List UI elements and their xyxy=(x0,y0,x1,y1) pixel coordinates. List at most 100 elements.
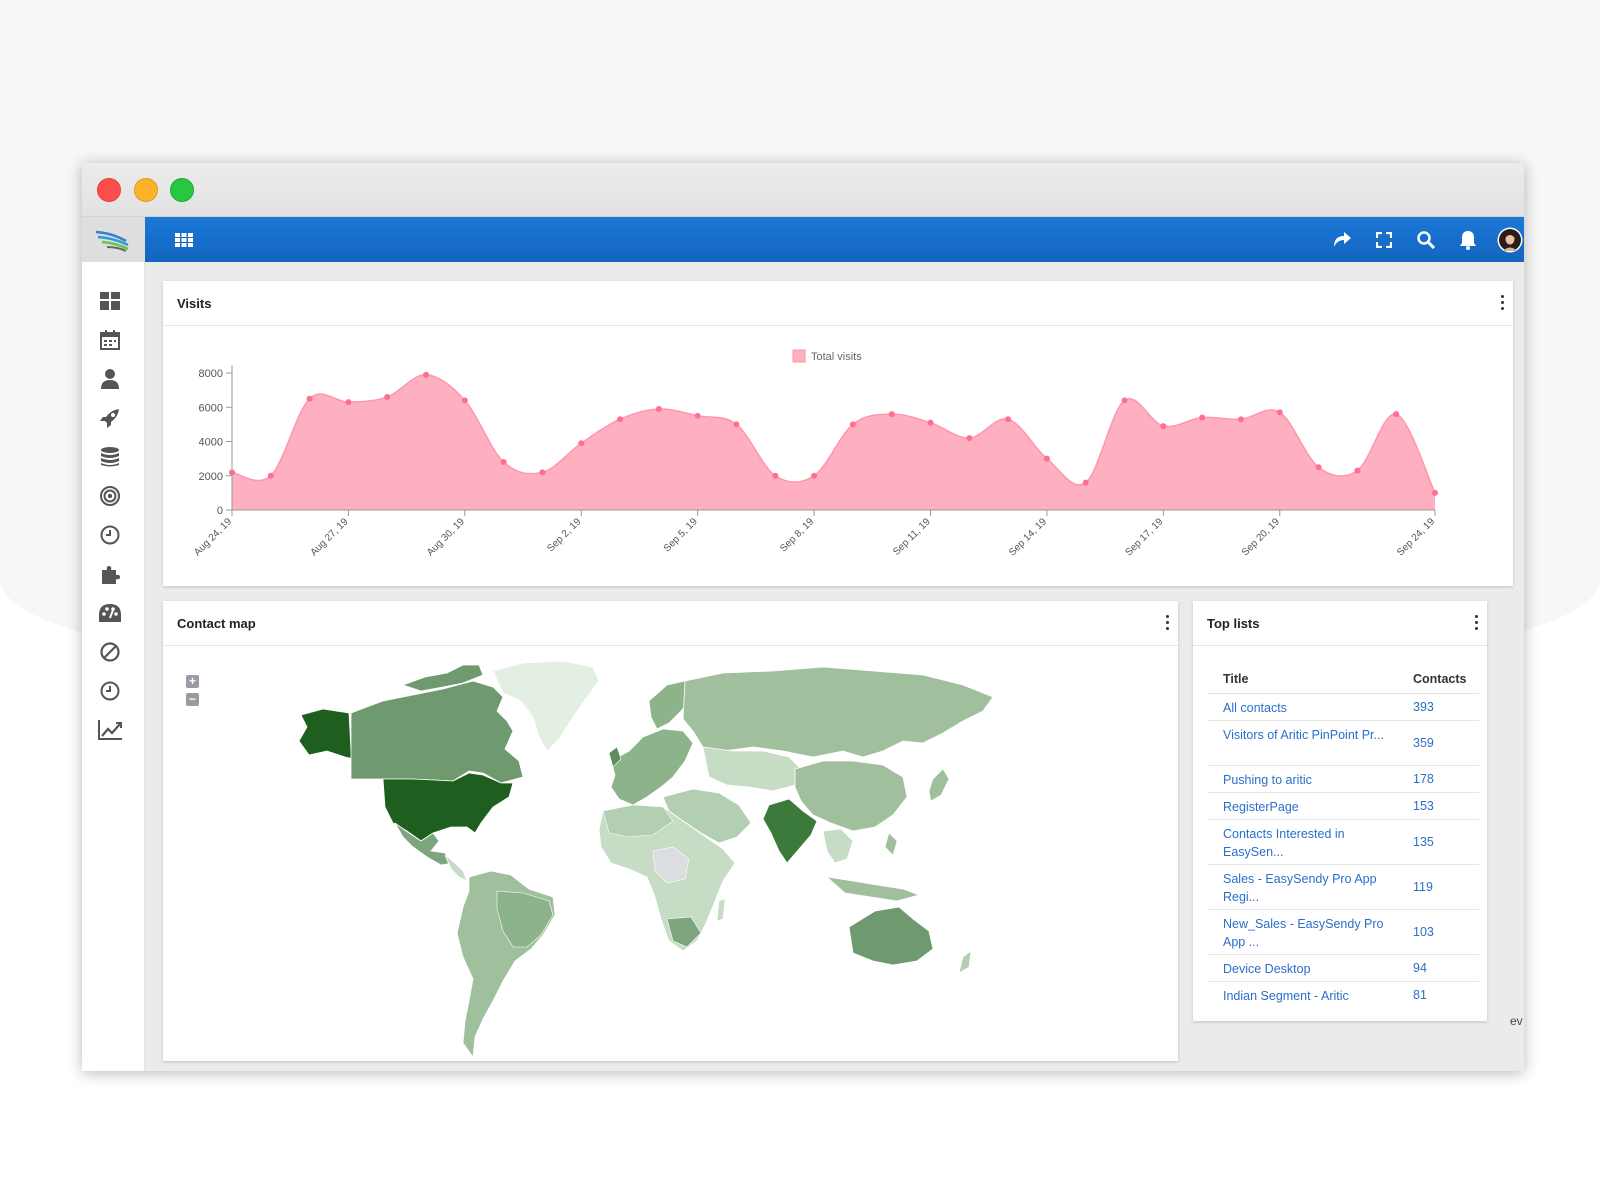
app-window: Visits Total visits 0 2000 4000 6000 8000 Aug… xyxy=(82,163,1524,1071)
visits-data-point[interactable] xyxy=(1121,397,1128,404)
search-icon[interactable] xyxy=(1413,227,1439,253)
x-tick-label: Sep 11, 19 xyxy=(891,516,933,558)
list-title-link[interactable]: Visitors of Aritic PinPoint Pr... xyxy=(1223,726,1399,744)
visits-data-point[interactable] xyxy=(1160,423,1167,430)
target-icon[interactable] xyxy=(98,484,122,508)
visits-data-point[interactable] xyxy=(617,416,624,423)
list-title-link[interactable]: Device Desktop xyxy=(1223,960,1399,978)
x-tick-label: Sep 24, 19 xyxy=(1395,516,1437,558)
visits-data-point[interactable] xyxy=(849,421,856,428)
maximize-window-button[interactable] xyxy=(170,178,194,202)
dashboard-content: Visits Total visits 0 2000 4000 6000 8000 Aug… xyxy=(145,262,1524,1071)
visits-data-point[interactable] xyxy=(539,469,546,476)
database-icon[interactable] xyxy=(98,445,122,469)
list-contacts-count[interactable]: 103 xyxy=(1413,925,1434,939)
list-contacts-count[interactable]: 178 xyxy=(1413,772,1434,786)
visits-data-point[interactable] xyxy=(1354,467,1361,474)
y-tick-label: 4000 xyxy=(199,437,223,449)
list-contacts-count[interactable]: 81 xyxy=(1413,988,1427,1002)
x-tick-label: Sep 14, 19 xyxy=(1007,516,1049,558)
world-map[interactable] xyxy=(163,601,1178,1061)
map-region-indonesia xyxy=(825,876,921,902)
rocket-icon[interactable] xyxy=(98,406,122,430)
palette-icon[interactable] xyxy=(98,601,122,625)
list-contacts-count[interactable]: 393 xyxy=(1413,700,1434,714)
bell-icon[interactable] xyxy=(1455,227,1481,253)
visits-data-point[interactable] xyxy=(423,371,430,378)
list-contacts-count[interactable]: 359 xyxy=(1413,736,1434,750)
list-title-link[interactable]: Sales - EasySendy Pro App Regi... xyxy=(1223,870,1399,906)
x-tick-label: Sep 5, 19 xyxy=(662,516,700,554)
column-header-title[interactable]: Title xyxy=(1223,672,1248,686)
list-contacts-count[interactable]: 153 xyxy=(1413,799,1434,813)
chart-line-icon[interactable] xyxy=(98,718,122,742)
list-contacts-count[interactable]: 135 xyxy=(1413,835,1434,849)
visits-data-point[interactable] xyxy=(1043,455,1050,462)
calendar-icon[interactable] xyxy=(98,328,122,352)
dashboard-icon[interactable] xyxy=(98,289,122,313)
list-contacts-count[interactable]: 94 xyxy=(1413,961,1427,975)
puzzle-icon[interactable] xyxy=(98,562,122,586)
visits-data-point[interactable] xyxy=(966,435,973,442)
visits-data-point[interactable] xyxy=(1082,479,1089,486)
visits-data-point[interactable] xyxy=(461,397,468,404)
list-contacts-count[interactable]: 119 xyxy=(1413,880,1433,894)
visits-data-point[interactable] xyxy=(1237,416,1244,423)
table-row: Sales - EasySendy Pro App Regi... 119 xyxy=(1207,865,1479,910)
visits-data-point[interactable] xyxy=(655,405,662,412)
visits-data-point[interactable] xyxy=(772,472,779,479)
column-header-contacts[interactable]: Contacts xyxy=(1413,672,1466,686)
visits-data-point[interactable] xyxy=(267,472,274,479)
list-title-link[interactable]: Indian Segment - Aritic xyxy=(1223,987,1399,1005)
app-logo[interactable] xyxy=(82,217,145,262)
visits-data-point[interactable] xyxy=(927,419,934,426)
y-tick-label: 0 xyxy=(217,505,223,517)
visits-data-point[interactable] xyxy=(811,472,818,479)
table-row: RegisterPage 153 xyxy=(1207,793,1479,820)
visits-data-point[interactable] xyxy=(384,393,391,400)
visits-data-point[interactable] xyxy=(1393,411,1400,418)
avatar[interactable] xyxy=(1496,226,1524,254)
table-row: Visitors of Aritic PinPoint Pr... 359 xyxy=(1207,721,1479,766)
visits-data-point[interactable] xyxy=(578,440,585,447)
visits-menu-icon[interactable] xyxy=(1497,295,1507,313)
fullscreen-icon[interactable] xyxy=(1371,227,1397,253)
visits-data-point[interactable] xyxy=(500,459,507,466)
close-window-button[interactable] xyxy=(97,178,121,202)
top-navigation-bar xyxy=(145,217,1524,262)
legend-label[interactable]: Total visits xyxy=(811,351,862,363)
legend-swatch[interactable] xyxy=(792,349,806,363)
visits-data-point[interactable] xyxy=(733,421,740,428)
minimize-window-button[interactable] xyxy=(134,178,158,202)
visits-data-point[interactable] xyxy=(1315,464,1322,471)
visits-data-point[interactable] xyxy=(1199,414,1206,421)
share-icon[interactable] xyxy=(1329,227,1355,253)
block-icon[interactable] xyxy=(98,640,122,664)
x-tick-label: Sep 17, 19 xyxy=(1123,516,1165,558)
table-header-row: Title Contacts xyxy=(1207,661,1479,694)
list-title-link[interactable]: RegisterPage xyxy=(1223,798,1399,816)
visits-data-point[interactable] xyxy=(888,411,895,418)
top-lists-menu-icon[interactable] xyxy=(1471,615,1481,633)
map-region-new-zealand xyxy=(958,950,972,974)
list-title-link[interactable]: Contacts Interested in EasySen... xyxy=(1223,825,1399,861)
clock-icon[interactable] xyxy=(98,523,122,547)
user-icon[interactable] xyxy=(98,367,122,391)
list-title-link[interactable]: Pushing to aritic xyxy=(1223,771,1399,789)
visits-widget-header: Visits xyxy=(163,281,1513,326)
visits-data-point[interactable] xyxy=(345,399,352,406)
visits-data-point[interactable] xyxy=(1276,409,1283,416)
x-tick-label: Sep 2, 19 xyxy=(545,516,583,554)
map-region-central-asia xyxy=(702,746,804,792)
visits-data-point[interactable] xyxy=(306,395,313,402)
grid-icon[interactable] xyxy=(171,227,197,253)
map-region-australia xyxy=(848,906,934,966)
x-tick-label: Aug 27, 19 xyxy=(309,516,351,558)
list-title-link[interactable]: New_Sales - EasySendy Pro App ... xyxy=(1223,915,1399,951)
map-region-central-america xyxy=(444,854,468,882)
visits-data-point[interactable] xyxy=(1432,489,1438,496)
history-icon[interactable] xyxy=(98,679,122,703)
visits-data-point[interactable] xyxy=(1005,416,1012,423)
list-title-link[interactable]: All contacts xyxy=(1223,699,1399,717)
visits-data-point[interactable] xyxy=(694,412,701,419)
